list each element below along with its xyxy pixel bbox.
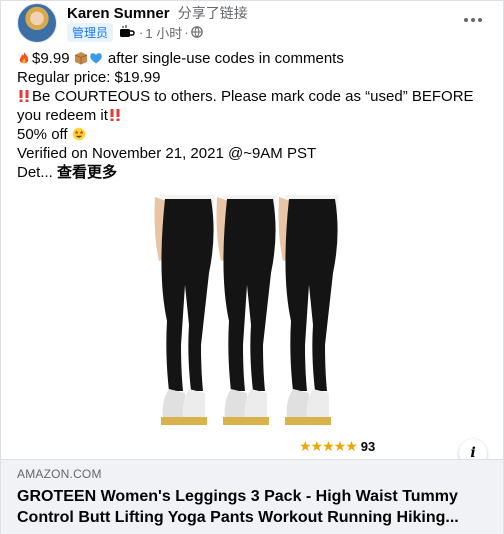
post-time[interactable]: 1 小时 (145, 23, 182, 42)
author-name[interactable]: Karen Sumner (67, 5, 170, 22)
truncated-text: Det... (17, 164, 53, 181)
link-preview-image[interactable]: ★★★★★ 93 i (1, 195, 503, 459)
message-line-details: Det... 查看更多 (17, 163, 493, 182)
message-line-courtesy: Be COURTEOUS to others. Please mark code… (17, 87, 493, 125)
leggings-product-image (154, 195, 339, 425)
price-suffix: after single-use codes in comments (103, 50, 344, 67)
link-domain: AMAZON.COM (17, 467, 102, 481)
author-avatar[interactable] (17, 3, 57, 43)
model-figure (278, 195, 339, 425)
blue-heart-emoji (89, 53, 102, 64)
info-icon[interactable]: i (459, 439, 487, 459)
meta-separator: · (139, 24, 144, 40)
post-header: Karen Sumner 分享了链接 管理员 · 1 小时 · (17, 3, 495, 43)
package-emoji (74, 52, 87, 65)
fire-emoji (19, 52, 29, 64)
double-exclamation-emoji (110, 109, 120, 121)
more-options-icon[interactable] (459, 9, 487, 31)
link-card-footer[interactable]: AMAZON.COM GROTEEN Women's Leggings 3 Pa… (1, 459, 503, 534)
message-line-discount: 50% off (17, 125, 493, 144)
facebook-post: Karen Sumner 分享了链接 管理员 · 1 小时 · $9.99 af… (0, 0, 504, 534)
double-exclamation-emoji (19, 90, 29, 102)
admin-badge: 管理员 (67, 22, 114, 42)
rating-stars: ★★★★★ (299, 438, 358, 454)
courtesy-text: Be COURTEOUS to others. Please mark code… (17, 88, 474, 124)
globe-icon (190, 26, 203, 38)
rating-count: 93 (360, 439, 376, 454)
model-figure (216, 195, 277, 425)
shared-link-text: 分享了链接 (177, 5, 248, 21)
message-line-price: $9.99 after single-use codes in comments (17, 49, 493, 68)
message-line-verified: Verified on November 21, 2021 @~9AM PST (17, 145, 317, 162)
model-figure (154, 195, 215, 425)
discount-text: 50% off (17, 126, 68, 143)
meta-separator: · (184, 24, 189, 40)
see-more-link[interactable]: 查看更多 (57, 164, 117, 181)
post-meta: 管理员 · 1 小时 · (67, 22, 203, 42)
star-struck-emoji (72, 127, 86, 141)
product-rating: ★★★★★ 93 (299, 438, 375, 455)
message-line-regular-price: Regular price: $19.99 (17, 69, 161, 86)
author-line: Karen Sumner 分享了链接 (67, 3, 248, 23)
coffee-icon (120, 25, 135, 37)
post-message: $9.99 after single-use codes in comments… (17, 49, 493, 182)
link-title[interactable]: GROTEEN Women's Leggings 3 Pack - High W… (17, 486, 487, 528)
price-text: $9.99 (32, 50, 70, 67)
